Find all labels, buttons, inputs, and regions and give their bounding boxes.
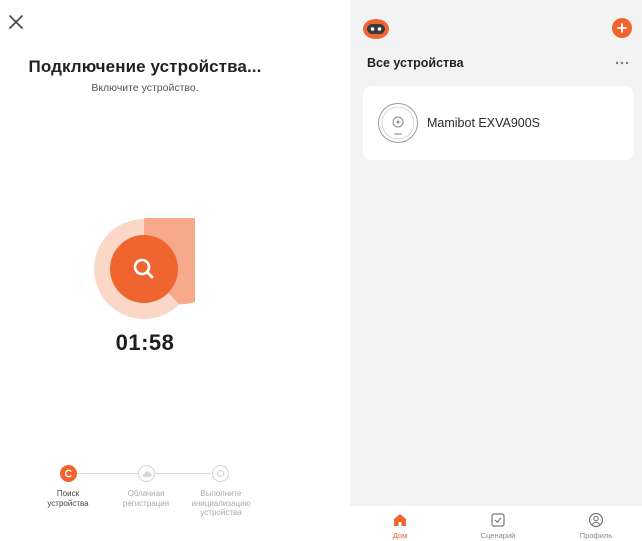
device-card[interactable]: Mamibot EXVA900S xyxy=(363,86,634,160)
tab-profile-label: Профиль xyxy=(579,531,613,540)
page-subtitle: Включите устройство. xyxy=(91,82,199,94)
cloud-icon xyxy=(138,465,155,482)
section-title: Все устройства xyxy=(367,56,464,70)
progress-steps: Поиск устройства Облачная регистрация Вы… xyxy=(0,462,290,541)
step-label-cloud: Облачная регистрация xyxy=(122,489,170,508)
tab-home[interactable]: Дом xyxy=(360,511,440,540)
step-connector xyxy=(154,473,211,474)
tab-scenes[interactable]: Сценарий xyxy=(458,511,538,540)
plus-icon xyxy=(617,23,627,33)
profile-icon xyxy=(588,512,604,528)
search-progress-indicator xyxy=(93,204,230,320)
close-icon[interactable] xyxy=(6,12,26,32)
device-name: Mamibot EXVA900S xyxy=(427,116,541,130)
step-label-init: Выполните инициализацию устройства xyxy=(191,489,251,517)
more-icon[interactable] xyxy=(612,56,632,70)
checkbox-icon xyxy=(491,513,505,527)
device-init-icon xyxy=(212,465,229,482)
add-device-button[interactable] xyxy=(612,18,632,38)
step-label-search: Поиск устройства xyxy=(47,489,89,508)
connect-device-screen: Подключение устройства... Включите устро… xyxy=(0,0,350,541)
robot-vacuum-icon xyxy=(377,102,419,144)
home-screen: Все устройства Mamibot EXVA900S Дом Сцен… xyxy=(350,0,642,541)
step-connector xyxy=(76,473,138,474)
bottom-tab-bar: Дом Сценарий Профиль xyxy=(350,506,642,541)
home-logo-icon[interactable] xyxy=(362,18,390,40)
tab-profile[interactable]: Профиль xyxy=(556,511,636,540)
page-title: Подключение устройства... xyxy=(28,57,262,76)
search-icon xyxy=(129,254,159,284)
home-icon xyxy=(394,514,406,526)
step-search-dot xyxy=(60,465,77,482)
tab-home-label: Дом xyxy=(392,531,408,540)
tab-scenes-label: Сценарий xyxy=(480,531,516,540)
countdown-timer: 01:58 xyxy=(115,330,175,355)
